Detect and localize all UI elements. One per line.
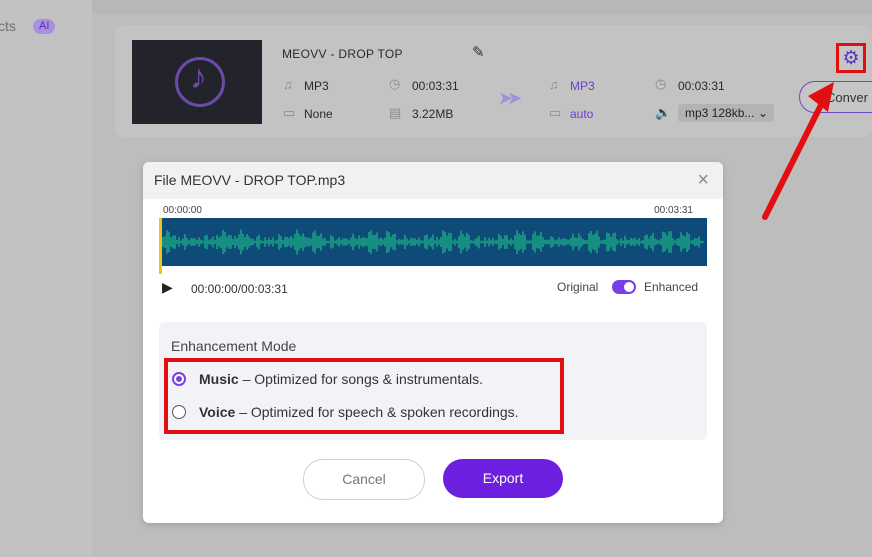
option-voice-name: Voice: [199, 404, 236, 420]
waveform-start-time: 00:00:00: [163, 205, 202, 216]
file-settings-dialog: File MEOVV - DROP TOP.mp3 × 00:00:00 00:…: [143, 162, 723, 523]
waveform-graphic: [160, 229, 704, 255]
radio-voice[interactable]: [172, 405, 186, 419]
enhancement-mode-panel: Enhancement Mode Music – Optimized for s…: [159, 322, 707, 440]
waveform[interactable]: [159, 218, 707, 266]
dialog-header: File MEOVV - DROP TOP.mp3 ×: [143, 162, 723, 199]
option-music[interactable]: Music – Optimized for songs & instrument…: [199, 371, 483, 387]
annotation-highlight-box: [164, 358, 564, 434]
enhance-toggle[interactable]: [612, 280, 636, 294]
cancel-button[interactable]: Cancel: [303, 459, 425, 500]
option-voice[interactable]: Voice – Optimized for speech & spoken re…: [199, 404, 519, 420]
playback-time: 00:00:00/00:03:31: [191, 282, 288, 296]
annotation-arrow-settings: [762, 82, 834, 220]
waveform-end-time: 00:03:31: [654, 205, 693, 216]
toggle-label-original: Original: [557, 280, 599, 294]
close-icon[interactable]: ×: [697, 169, 709, 192]
option-music-desc: – Optimized for songs & instrumentals.: [242, 371, 484, 387]
dialog-title: File MEOVV - DROP TOP.mp3: [154, 172, 346, 188]
toggle-knob: [624, 282, 634, 292]
radio-music[interactable]: [172, 372, 186, 386]
playhead[interactable]: [159, 218, 162, 274]
enhancement-mode-heading: Enhancement Mode: [171, 338, 297, 354]
play-icon[interactable]: ▶: [162, 279, 173, 296]
export-button[interactable]: Export: [443, 459, 563, 498]
option-music-name: Music: [199, 371, 239, 387]
option-voice-desc: – Optimized for speech & spoken recordin…: [239, 404, 519, 420]
toggle-label-enhanced: Enhanced: [644, 280, 699, 294]
